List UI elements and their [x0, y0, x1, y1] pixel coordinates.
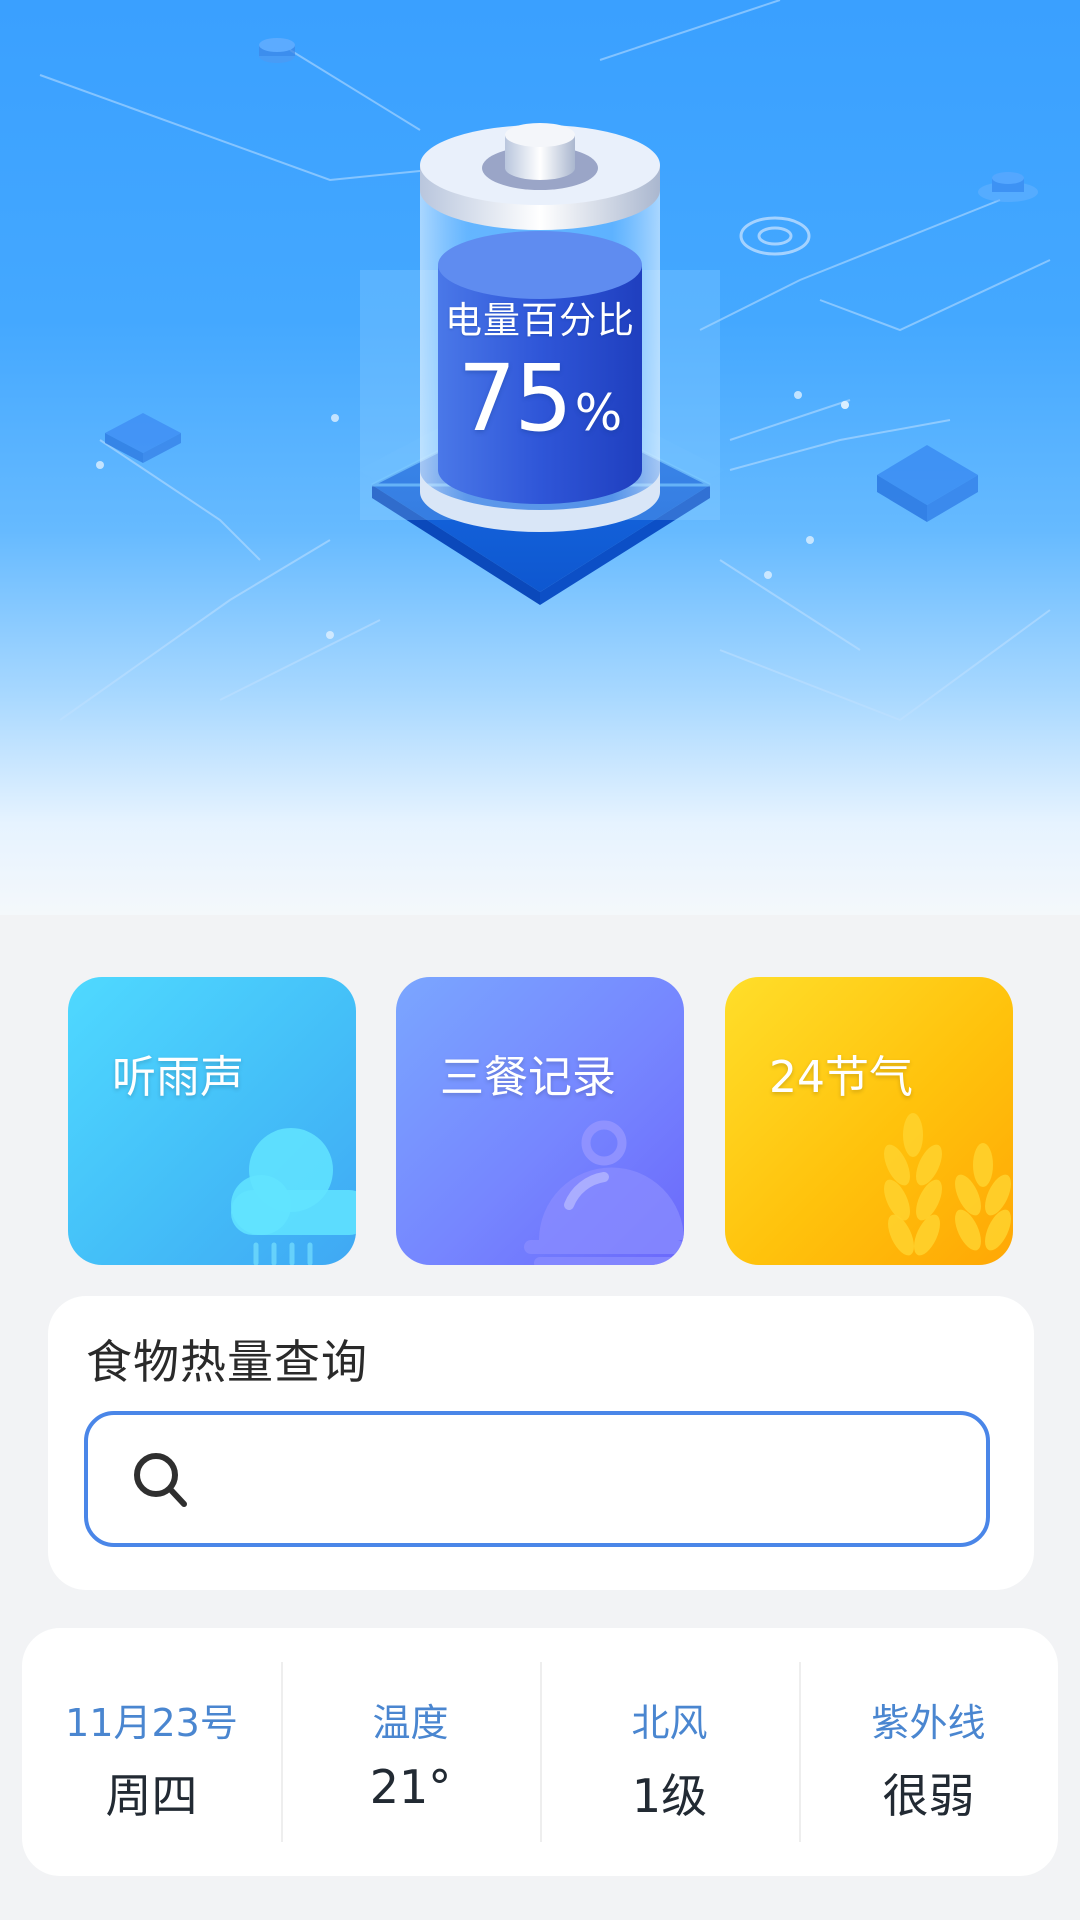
weather-wind: 北风 1级 [540, 1628, 799, 1876]
hero-banner: 电量百分比 75% [0, 0, 1080, 915]
food-calorie-search-panel: 食物热量查询 [48, 1296, 1034, 1590]
tile-left [105, 413, 181, 463]
card-rain-sound[interactable]: 听雨声 [68, 977, 356, 1265]
battery-illustration [39, 0, 1051, 722]
weather-temperature-value: 21° [369, 1760, 452, 1814]
weather-uv: 紫外线 很弱 [799, 1628, 1058, 1876]
weather-wind-label: 北风 [631, 1701, 708, 1745]
battery-label: 电量百分比 [445, 299, 635, 342]
battery-percentage: 75% [440, 345, 640, 452]
search-box[interactable] [84, 1411, 990, 1547]
cloud-rain-icon [231, 1128, 356, 1265]
food-cloche-icon [524, 1120, 684, 1265]
search-icon[interactable] [132, 1451, 190, 1511]
weather-temperature: 温度 21° [281, 1628, 540, 1876]
wheat-icon [884, 1113, 1011, 1256]
weather-date-label: 11月23号 [65, 1701, 238, 1745]
weather-panel: 11月23号 周四 温度 21° 北风 1级 紫外线 很弱 [22, 1628, 1058, 1876]
card-meal-record[interactable]: 三餐记录 [396, 977, 684, 1265]
weather-weekday: 周四 [105, 1769, 198, 1823]
battery-unit: % [574, 384, 623, 442]
cylinder-top-right [978, 172, 1038, 202]
weather-uv-label: 紫外线 [871, 1701, 986, 1745]
search-input[interactable] [208, 1435, 972, 1527]
search-title: 食物热量查询 [86, 1335, 368, 1389]
weather-uv-value: 很弱 [882, 1769, 975, 1823]
weather-wind-value: 1级 [631, 1769, 708, 1823]
weather-temperature-label: 温度 [372, 1701, 449, 1745]
battery-value: 75 [457, 345, 573, 452]
cylinder-top-left [259, 38, 295, 63]
feature-cards: 听雨声 三餐记录 24节气 [68, 977, 1013, 1265]
page: 电量百分比 75% 听雨声 三餐记录 24节气 食物热量查询 11月23号 周四… [0, 0, 1080, 1920]
card-meal-record-label: 三餐记录 [440, 1052, 616, 1103]
tile-right [877, 445, 978, 522]
weather-date: 11月23号 周四 [22, 1628, 281, 1876]
card-solar-terms[interactable]: 24节气 [725, 977, 1013, 1265]
